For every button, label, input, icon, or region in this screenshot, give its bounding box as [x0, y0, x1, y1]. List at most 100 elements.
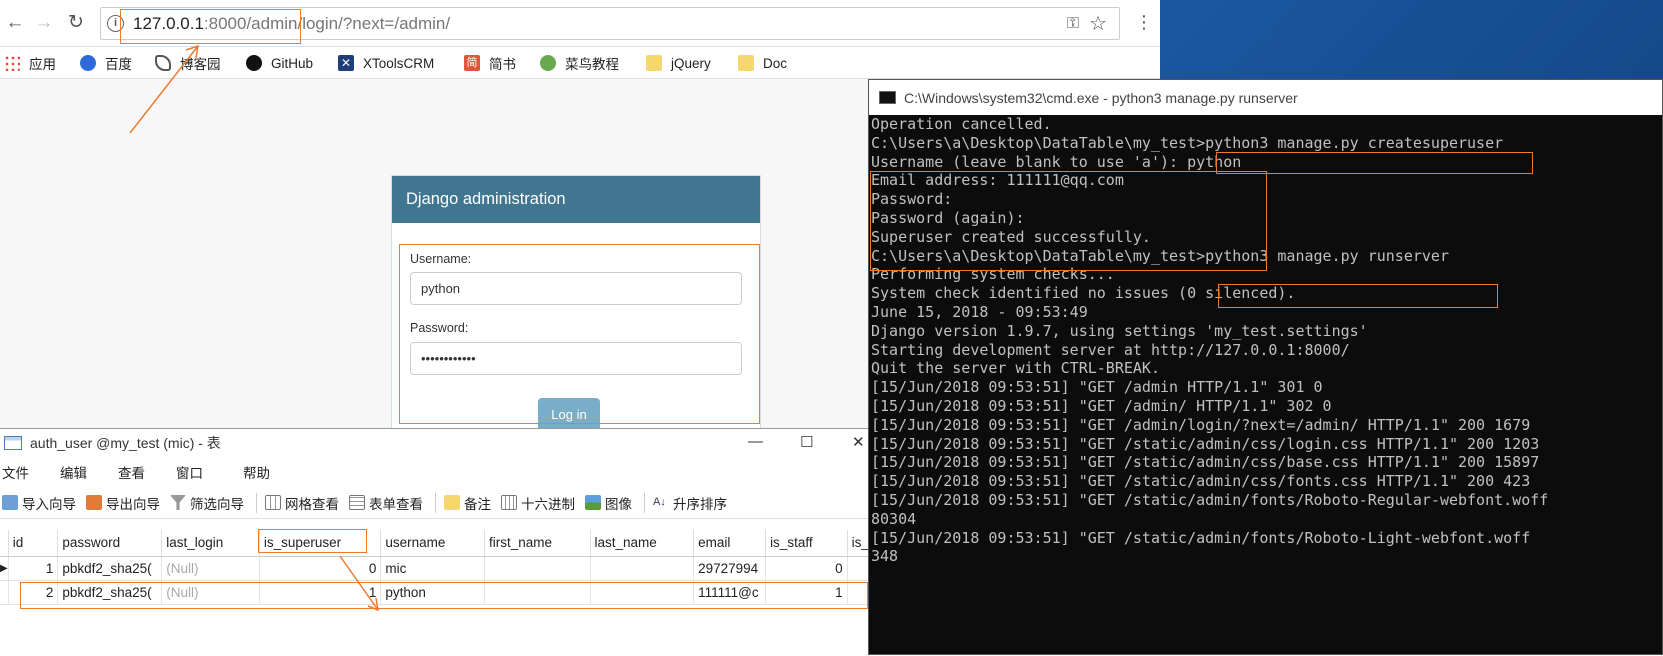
bookmark-label: 菜鸟教程 [565, 57, 619, 72]
menu-window[interactable]: 窗口 [176, 462, 203, 482]
menu-view[interactable]: 查看 [118, 462, 145, 482]
table-row[interactable]: ▶ 1 pbkdf2_sha25( (Null) 0 mic 29727994 … [0, 556, 871, 581]
cmd-line: Starting development server at http://12… [871, 340, 1350, 359]
row-pointer-icon: ▶ [0, 556, 9, 581]
cmd-line: Operation cancelled. [871, 115, 1052, 133]
cmd-line: [15/Jun/2018 09:53:51] "GET /admin/ HTTP… [871, 396, 1332, 415]
cmd-line: C:\Users\a\Desktop\DataTable\my_test>pyt… [871, 133, 1504, 152]
login-header: Django administration [392, 176, 760, 223]
annotation-box-python-row [20, 582, 868, 609]
column-header[interactable]: last_name [590, 530, 695, 557]
bookmark-jianshu[interactable]: 简简书 [464, 53, 516, 73]
maximize-icon[interactable]: ☐ [800, 433, 813, 451]
tool-label: 十六进制 [521, 496, 575, 512]
key-icon[interactable]: ⚿ [1067, 15, 1079, 33]
annotation-box-superuser-output [870, 171, 1267, 271]
cmd-line: Django version 1.9.7, using settings 'my… [871, 321, 1368, 340]
bookmark-runoob[interactable]: 菜鸟教程 [540, 53, 619, 73]
tool-label: 备注 [464, 496, 491, 512]
cmd-titlebar: C:\Windows\system32\cmd.exe - python3 ma… [869, 80, 1662, 115]
annotation-arrow-url [129, 44, 199, 134]
annotation-box-login-form [399, 244, 760, 424]
menu-edit[interactable]: 编辑 [60, 462, 87, 482]
column-header[interactable]: username [380, 530, 485, 557]
table-cell[interactable] [484, 556, 591, 581]
table-cell[interactable]: 0 [765, 556, 848, 581]
navicat-title: auth_user @my_test (mic) - 表 [30, 435, 221, 451]
table-cell[interactable] [590, 556, 695, 581]
bookmark-jquery[interactable]: jQuery [646, 53, 711, 73]
folder-icon [646, 55, 662, 71]
column-header[interactable]: is_ [847, 530, 871, 557]
row-marker [0, 580, 9, 605]
table-cell[interactable] [847, 556, 871, 581]
grid-view-button[interactable]: 网格查看 [265, 493, 339, 513]
minimize-icon[interactable]: — [748, 433, 763, 450]
column-header[interactable]: id [8, 530, 59, 557]
forward-icon[interactable]: → [31, 10, 57, 36]
close-icon[interactable]: ✕ [852, 433, 865, 451]
table-cell[interactable]: 29727994 [693, 556, 767, 581]
filter-wizard-button[interactable]: 筛选向导 [170, 493, 244, 513]
sort-asc-button[interactable]: A↓ 升序排序 [653, 493, 727, 513]
bookmark-github[interactable]: GitHub [246, 53, 313, 73]
cmd-line: 348 [871, 547, 899, 566]
export-wizard-button[interactable]: 导出向导 [86, 493, 160, 513]
back-icon[interactable]: ← [2, 10, 28, 36]
column-header[interactable]: email [693, 530, 767, 557]
annotation-box-is-superuser [258, 529, 367, 553]
folder-icon [738, 55, 754, 71]
bookmark-label: 简书 [489, 57, 516, 72]
table-cell[interactable]: mic [380, 556, 485, 581]
grid-icon [265, 495, 281, 510]
cmd-line: [15/Jun/2018 09:53:51] "GET /static/admi… [871, 453, 1540, 472]
cmd-line: [15/Jun/2018 09:53:51] "GET /static/admi… [871, 528, 1531, 547]
runoob-icon [540, 55, 556, 71]
cmd-icon [879, 91, 896, 104]
grid-header-row: id password last_login is_superuser user… [0, 530, 871, 557]
export-icon [86, 495, 102, 510]
bookmark-apps[interactable]: 应用 [4, 53, 56, 73]
tool-label: 网格查看 [285, 496, 339, 512]
table-cell[interactable]: 1 [8, 556, 59, 581]
cmd-line: [15/Jun/2018 09:53:51] "GET /static/admi… [871, 434, 1540, 453]
table-cell[interactable]: pbkdf2_sha25( [57, 556, 163, 581]
navicat-menubar: 文件 编辑 查看 窗口 帮助 [0, 457, 870, 487]
memo-icon [444, 495, 460, 510]
form-view-button[interactable]: 表单查看 [349, 493, 423, 513]
reload-icon[interactable]: ↻ [63, 10, 89, 36]
bookmark-doc[interactable]: Doc [738, 53, 787, 73]
table-cell[interactable]: (Null) [161, 556, 260, 581]
annotation-arrow-superuser [339, 555, 379, 612]
toolbar-separator [644, 492, 645, 513]
image-button[interactable]: 图像 [585, 493, 632, 513]
column-header[interactable]: last_login [161, 530, 260, 557]
star-icon[interactable]: ☆ [1089, 11, 1107, 36]
bookmark-label: XToolsCRM [363, 55, 435, 71]
apps-grid-icon [4, 55, 20, 71]
import-wizard-button[interactable]: 导入向导 [2, 493, 76, 513]
memo-button[interactable]: 备注 [444, 493, 491, 513]
hex-icon [501, 495, 517, 510]
column-header[interactable]: password [57, 530, 163, 557]
column-header[interactable]: first_name [484, 530, 591, 557]
menu-help[interactable]: 帮助 [243, 462, 270, 482]
image-icon [585, 495, 601, 510]
jianshu-icon: 简 [464, 55, 480, 71]
cmd-line: [15/Jun/2018 09:53:51] "GET /admin/login… [871, 415, 1531, 434]
cmd-title: C:\Windows\system32\cmd.exe - python3 ma… [904, 89, 1298, 106]
sort-asc-icon: A↓ [653, 496, 666, 508]
form-icon [349, 495, 365, 510]
toolbar-separator [435, 492, 436, 513]
bookmark-xtoolscrm[interactable]: ✕ XToolsCRM [338, 53, 434, 73]
tool-label: 导入向导 [22, 496, 76, 512]
menu-dots-icon[interactable]: ⋮ [1135, 12, 1153, 33]
menu-file[interactable]: 文件 [2, 462, 29, 482]
hex-button[interactable]: 十六进制 [501, 493, 575, 513]
toolbar-separator [256, 492, 257, 513]
column-header[interactable]: is_staff [765, 530, 848, 557]
bookmark-label: GitHub [271, 55, 314, 71]
tool-label: 升序排序 [673, 496, 727, 512]
row-header-corner [0, 530, 9, 557]
navicat-titlebar: auth_user @my_test (mic) - 表 — ☐ ✕ [0, 429, 870, 457]
